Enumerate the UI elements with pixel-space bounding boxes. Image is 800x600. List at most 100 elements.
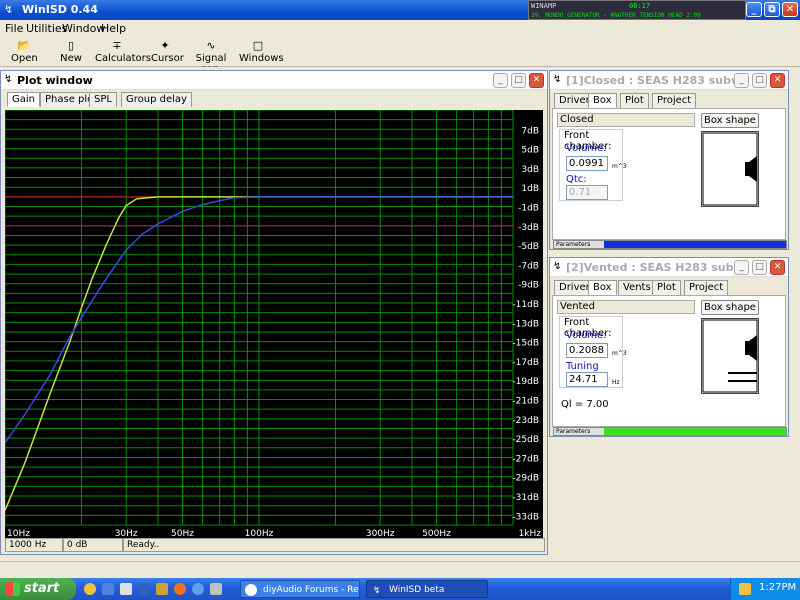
quick-launch-icon[interactable] (84, 583, 96, 595)
x-tick-label: 50Hz (171, 529, 194, 538)
x-tick-label: 300Hz (366, 529, 395, 538)
calculator-icon: ∓ (112, 39, 122, 52)
y-tick-label: -1dB (518, 204, 539, 214)
volume-unit: m^3 (612, 163, 627, 170)
restore-icon[interactable]: ⧉ (764, 2, 780, 17)
closed-project-window: ↯ [1]Closed : SEAS H283 subwoof... _ □ ✕… (549, 70, 789, 250)
maximize-icon[interactable]: □ (511, 73, 526, 88)
minimize-icon[interactable]: _ (746, 2, 762, 17)
quick-launch-icon[interactable] (102, 583, 114, 595)
winamp-title: WINAMP (531, 2, 557, 10)
box-shape-button[interactable]: Box shape (701, 300, 759, 315)
quick-launch-icon[interactable] (210, 583, 222, 595)
quick-launch-icon[interactable] (156, 583, 168, 595)
plot-tabs: Gain Phase plot SPL Group delay (5, 92, 545, 108)
cursor-button[interactable]: ✦ Cursor (151, 39, 184, 64)
menu-window[interactable]: Window (62, 22, 105, 35)
tab-group-delay[interactable]: Group delay (121, 92, 192, 107)
quick-launch-icon[interactable] (192, 583, 204, 595)
winisd-icon: ↯ (373, 586, 381, 596)
close-icon[interactable]: ✕ (782, 2, 798, 17)
y-tick-label: -3dB (518, 223, 539, 233)
plot-window-title-bar: ↯ Plot window _ □ ✕ (1, 71, 547, 90)
winamp-player[interactable]: WINAMP 00:17 39. MONDO GENERATOR - ANOTH… (528, 0, 746, 20)
y-tick-label: -13dB (512, 319, 539, 329)
parameters-label: Parameters (554, 241, 604, 248)
tab-gain[interactable]: Gain (7, 92, 40, 107)
tab-project[interactable]: Project (652, 93, 697, 108)
y-tick-label: -25dB (512, 435, 539, 445)
parameters-bar[interactable]: Parameters (553, 240, 787, 249)
system-tray: 1:27PM (730, 578, 800, 600)
quick-launch-icon[interactable] (174, 583, 186, 595)
close-icon[interactable]: ✕ (529, 73, 544, 88)
x-tick-label: 10Hz (7, 529, 30, 538)
plot-window-icon: ↯ (4, 74, 13, 85)
cursor-label: Cursor (151, 53, 184, 64)
parameters-label: Parameters (554, 428, 604, 435)
volume-input[interactable]: 0.2088 (566, 343, 608, 358)
tab-box[interactable]: Box (588, 93, 617, 108)
maximize-icon[interactable]: □ (752, 260, 767, 275)
y-tick-label: 5dB (521, 146, 539, 156)
qtc-input[interactable]: 0.71 (566, 185, 608, 200)
tuning-frequency-input[interactable]: 24.71 (566, 372, 608, 387)
quick-launch-icon[interactable] (138, 583, 150, 595)
front-chamber-group: Front chamber: Volume: 0.0991 m^3 Qtc: 0… (559, 129, 627, 201)
windows-button[interactable]: □ Windows (239, 39, 284, 64)
y-tick-label: -19dB (512, 377, 539, 387)
start-button[interactable]: start (0, 578, 76, 600)
box-type-select[interactable]: Vented (557, 300, 695, 314)
winamp-track: 39. MONDO GENERATOR - ANOTHER TENSION HE… (531, 12, 701, 19)
vented-window-title-bar: ↯ [2]Vented : SEAS H283 subwoo... _ □ ✕ (550, 258, 788, 277)
open-label: Open (11, 53, 38, 64)
y-tick-label: -27dB (512, 454, 539, 464)
vented-window-icon: ↯ (553, 261, 562, 272)
tab-project[interactable]: Project (684, 280, 729, 295)
tab-plot[interactable]: Plot (652, 280, 681, 295)
tab-vents[interactable]: Vents (618, 280, 656, 295)
windows-logo-icon (6, 582, 20, 596)
parameters-bar[interactable]: Parameters (553, 427, 787, 436)
new-document-icon: ▯ (67, 39, 75, 52)
tab-spl[interactable]: SPL (89, 92, 117, 107)
folder-icon: 📂 (17, 39, 31, 52)
signal-generator-icon: ∿ (206, 39, 216, 52)
task-winisd-label: WinISD beta (389, 585, 445, 595)
x-tick-label: 1kHz (519, 529, 542, 538)
app-title: WinISD 0.44 (22, 3, 98, 16)
close-icon[interactable]: ✕ (770, 260, 785, 275)
y-tick-label: -5dB (518, 242, 539, 252)
windows-icon: □ (252, 39, 264, 52)
task-winisd[interactable]: ↯ WinISD beta (366, 580, 488, 598)
calculators-button[interactable]: ∓ Calculators (95, 39, 151, 64)
qtc-label: Qtc: (566, 174, 587, 185)
box-shape-button[interactable]: Box shape (701, 113, 759, 128)
menu-file[interactable]: File (5, 22, 23, 35)
task-diyaudio[interactable]: diyAudio Forums - Re... (240, 580, 360, 598)
box-type-select[interactable]: Closed (557, 113, 695, 127)
windows-label: Windows (239, 53, 284, 64)
minimize-icon[interactable]: _ (734, 73, 749, 88)
gain-plot[interactable]: 7dB 5dB 3dB 1dB -1dB -3dB -5dB -7dB -9dB -11dB -13… (4, 109, 543, 539)
plot-window-title: Plot window (17, 74, 93, 87)
plot-window: ↯ Plot window _ □ ✕ Gain Phase plot SPL … (0, 70, 548, 555)
mdi-workspace: ↯ Plot window _ □ ✕ Gain Phase plot SPL … (0, 67, 800, 578)
volume-input[interactable]: 0.0991 (566, 156, 608, 171)
tray-icon[interactable] (739, 583, 751, 595)
minimize-icon[interactable]: _ (734, 260, 749, 275)
open-button[interactable]: 📂 Open (11, 39, 38, 64)
y-tick-label: -21dB (512, 397, 539, 407)
tab-plot[interactable]: Plot (620, 93, 649, 108)
menu-help[interactable]: Help (101, 22, 126, 35)
closed-window-title-bar: ↯ [1]Closed : SEAS H283 subwoof... _ □ ✕ (550, 71, 788, 90)
new-button[interactable]: ▯ New (58, 39, 84, 64)
mdi-scrollbar[interactable] (0, 561, 800, 575)
vented-window-title: [2]Vented : SEAS H283 subwoo... (566, 261, 734, 274)
close-icon[interactable]: ✕ (770, 73, 785, 88)
closed-tabs: Driver Box Plot Project (554, 93, 786, 109)
maximize-icon[interactable]: □ (752, 73, 767, 88)
minimize-icon[interactable]: _ (493, 73, 508, 88)
quick-launch-icon[interactable] (120, 583, 132, 595)
tab-box[interactable]: Box (588, 280, 617, 295)
